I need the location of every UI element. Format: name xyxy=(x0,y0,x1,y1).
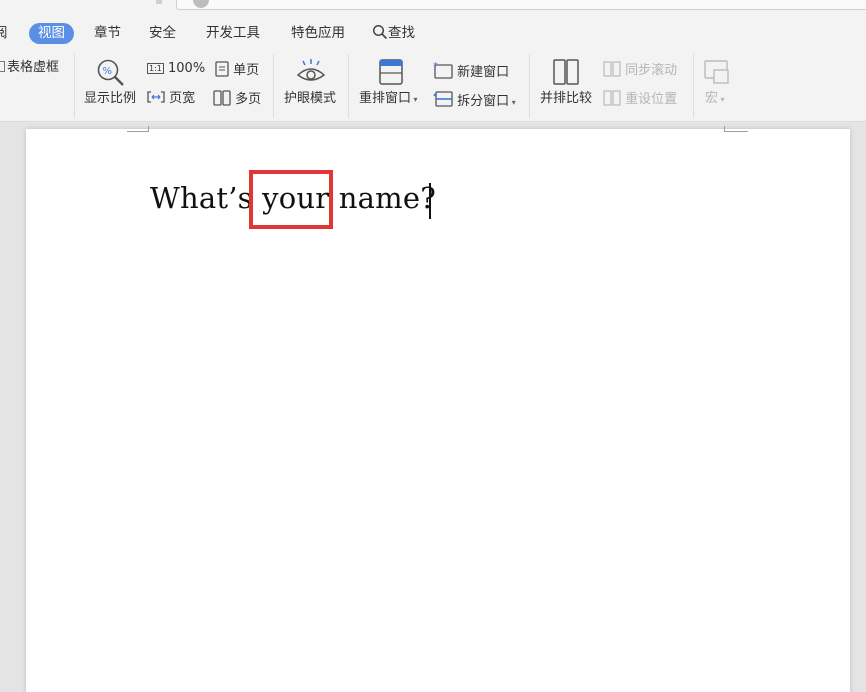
table-gridlines-label: 表格虚框 xyxy=(7,60,60,75)
reset-position-button[interactable]: 重设位置 xyxy=(603,90,677,108)
ribbon-toolbar: 表格虚框 % 显示比例 1:1 100% 页宽 单页 多页 护眼模式 重排窗口 … xyxy=(0,50,866,122)
macro-icon[interactable] xyxy=(704,59,730,85)
tab-view[interactable]: 视图 xyxy=(29,23,74,44)
ribbon-divider xyxy=(273,54,274,118)
side-by-side-icon[interactable] xyxy=(553,59,579,85)
text-cursor xyxy=(429,183,431,219)
single-page-icon xyxy=(215,61,229,77)
sync-scroll-button[interactable]: 同步滚动 xyxy=(603,61,677,79)
ribbon-tab-bar: 阅 视图 章节 安全 开发工具 特色应用 查找 xyxy=(0,14,866,50)
zoom-button[interactable]: 显示比例 xyxy=(84,91,136,107)
tab-find-label: 查找 xyxy=(388,25,415,41)
dropdown-arrow-icon: ▾ xyxy=(718,95,725,104)
multi-page-icon xyxy=(213,90,231,106)
text-before: What’s xyxy=(150,181,263,215)
split-window-icon xyxy=(433,91,453,107)
svg-text:*: * xyxy=(433,61,438,72)
zoom-percent-icon[interactable]: % xyxy=(96,58,126,88)
reset-position-icon xyxy=(603,90,621,106)
zoom-100-button[interactable]: 1:1 100% xyxy=(147,61,205,77)
eye-protection-button[interactable]: 护眼模式 xyxy=(284,91,336,107)
title-strip xyxy=(0,0,866,14)
single-page-button[interactable]: 单页 xyxy=(215,61,259,79)
margin-corner-mark xyxy=(127,126,149,132)
tab-edge xyxy=(156,0,162,4)
tab-review[interactable]: 阅 xyxy=(0,23,8,44)
checkbox-icon xyxy=(0,61,5,72)
search-icon xyxy=(372,24,388,40)
tab-chapter[interactable]: 章节 xyxy=(94,23,121,44)
table-gridlines-checkbox[interactable]: 表格虚框 xyxy=(0,60,59,76)
rearrange-window-button[interactable]: 重排窗口 ▾ xyxy=(359,91,418,108)
ribbon-divider xyxy=(529,54,530,118)
tab-find[interactable]: 查找 xyxy=(372,23,415,44)
eye-icon[interactable] xyxy=(296,58,326,86)
side-by-side-button[interactable]: 并排比较 xyxy=(540,91,592,107)
dropdown-arrow-icon: ▾ xyxy=(509,98,516,107)
new-window-label: 新建窗口 xyxy=(457,65,510,80)
rearrange-window-label: 重排窗口 xyxy=(359,91,412,106)
single-page-label: 单页 xyxy=(233,63,260,78)
ribbon-divider xyxy=(693,54,694,118)
ribbon-divider xyxy=(74,54,75,118)
zoom-100-label: 100% xyxy=(168,61,206,76)
sync-scroll-icon xyxy=(603,61,621,77)
multi-page-button[interactable]: 多页 xyxy=(213,90,261,108)
ribbon-divider xyxy=(348,54,349,118)
sync-scroll-label: 同步滚动 xyxy=(625,63,678,78)
rearrange-window-icon[interactable] xyxy=(378,58,404,86)
page-width-icon xyxy=(147,91,165,103)
split-window-button[interactable]: 拆分窗口 ▾ xyxy=(433,90,516,111)
page-width-button[interactable]: 页宽 xyxy=(147,90,195,107)
svg-text:%: % xyxy=(103,66,113,77)
reset-position-label: 重设位置 xyxy=(625,92,678,107)
new-window-icon: * xyxy=(433,61,453,79)
new-window-button[interactable]: * 新建窗口 xyxy=(433,61,509,81)
top-search-box[interactable] xyxy=(176,0,866,10)
macro-button[interactable]: 宏 ▾ xyxy=(705,91,725,108)
split-window-label: 拆分窗口 xyxy=(457,94,510,109)
tab-developer-tools[interactable]: 开发工具 xyxy=(206,23,260,44)
text-after: name? xyxy=(329,181,436,215)
tab-special-apps[interactable]: 特色应用 xyxy=(291,23,345,44)
tab-security[interactable]: 安全 xyxy=(149,23,176,44)
page-width-label: 页宽 xyxy=(169,91,196,106)
highlight-box xyxy=(249,170,333,229)
multi-page-label: 多页 xyxy=(235,92,262,107)
margin-corner-mark xyxy=(724,126,748,132)
one-to-one-icon: 1:1 xyxy=(147,63,164,74)
macro-label: 宏 xyxy=(705,91,719,106)
dropdown-arrow-icon: ▾ xyxy=(411,95,418,104)
